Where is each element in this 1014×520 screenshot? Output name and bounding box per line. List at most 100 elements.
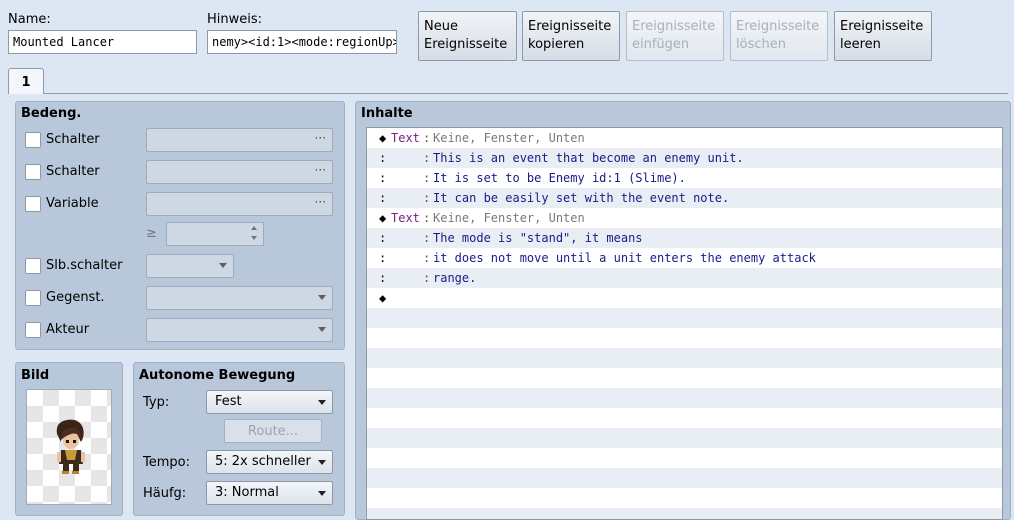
chevron-down-icon xyxy=(318,295,326,300)
list-item[interactable] xyxy=(367,368,1002,388)
separator: : xyxy=(423,251,431,265)
list-item[interactable] xyxy=(367,468,1002,488)
item-label: Gegenst. xyxy=(46,290,105,305)
command-text: The mode is "stand", it means xyxy=(433,231,643,245)
continuation-marker: : xyxy=(379,151,387,165)
separator: : xyxy=(423,151,431,165)
list-item[interactable] xyxy=(367,488,1002,508)
list-item[interactable]: :: It is set to be Enemy id:1 (Slime). xyxy=(367,168,1002,188)
event-command-list[interactable]: ◆ Text: Keine, Fenster, Unten:: This is an … xyxy=(366,127,1003,520)
separator: : xyxy=(423,271,431,285)
list-item[interactable]: :: it does not move until a unit enters t… xyxy=(367,248,1002,268)
contents-title: Inhalte xyxy=(361,106,413,121)
ellipsis-icon: ··· xyxy=(314,195,326,209)
type-value: Fest xyxy=(215,394,242,409)
separator: : xyxy=(423,211,431,225)
continuation-marker: : xyxy=(379,231,387,245)
item-checkbox[interactable] xyxy=(25,290,41,306)
type-label: Typ: xyxy=(143,395,170,410)
self-switch-dropdown[interactable] xyxy=(146,254,234,278)
command-name: Text xyxy=(391,131,420,145)
switch1-field[interactable]: ··· xyxy=(146,128,333,152)
list-item[interactable] xyxy=(367,408,1002,428)
character-image[interactable] xyxy=(26,389,112,505)
route-button[interactable]: Route... xyxy=(224,419,322,443)
switch1-checkbox[interactable] xyxy=(25,132,41,148)
self-switch-checkbox[interactable] xyxy=(25,258,41,274)
speed-label: Tempo: xyxy=(143,455,190,470)
separator: : xyxy=(423,131,431,145)
copy-page-label-1: Ereignisseite xyxy=(528,19,612,34)
command-text: range. xyxy=(433,271,477,285)
list-item[interactable]: :: range. xyxy=(367,268,1002,288)
list-item[interactable] xyxy=(367,428,1002,448)
copy-page-button[interactable]: Ereignisseite kopieren xyxy=(522,11,620,61)
ellipsis-icon: ··· xyxy=(314,131,326,145)
command-text: It is set to be Enemy id:1 (Slime). xyxy=(433,171,686,185)
self-switch-label: Slb.schalter xyxy=(46,258,123,273)
separator: : xyxy=(423,171,431,185)
item-dropdown[interactable] xyxy=(146,286,333,310)
chevron-down-icon xyxy=(318,327,326,332)
diamond-icon: ◆ xyxy=(379,291,387,305)
switch2-label: Schalter xyxy=(46,164,100,179)
speed-value: 5: 2x schneller xyxy=(215,454,311,469)
continuation-marker: : xyxy=(379,251,387,265)
clear-page-label-2: leeren xyxy=(840,37,881,52)
chevron-down-icon xyxy=(318,491,326,496)
list-item[interactable]: :: This is an event that become an enemy … xyxy=(367,148,1002,168)
frequency-value: 3: Normal xyxy=(215,485,279,500)
clear-page-label-1: Ereignisseite xyxy=(840,19,924,34)
variable-checkbox[interactable] xyxy=(25,196,41,212)
variable-field[interactable]: ··· xyxy=(146,192,333,216)
actor-label: Akteur xyxy=(46,322,90,337)
switch1-label: Schalter xyxy=(46,132,100,147)
ellipsis-icon: ··· xyxy=(314,163,326,177)
switch2-field[interactable]: ··· xyxy=(146,160,333,184)
chevron-down-icon xyxy=(318,460,326,465)
continuation-marker: : xyxy=(379,191,387,205)
speed-dropdown[interactable]: 5: 2x schneller xyxy=(206,450,333,474)
paste-page-label-1: Ereignisseite xyxy=(632,19,716,34)
list-item[interactable]: ◆ Text: Keine, Fenster, Unten xyxy=(367,128,1002,148)
name-input[interactable]: Mounted Lancer xyxy=(8,30,197,54)
tab-page-1[interactable]: 1 xyxy=(8,68,44,94)
delete-page-button[interactable]: Ereignisseite löschen xyxy=(730,11,828,61)
list-item[interactable] xyxy=(367,308,1002,328)
character-sprite xyxy=(56,419,85,474)
type-dropdown[interactable]: Fest xyxy=(206,390,333,414)
note-input[interactable]: nemy><id:1><mode:regionUp> xyxy=(207,30,397,54)
list-item[interactable] xyxy=(367,348,1002,368)
tab-divider xyxy=(8,93,1008,94)
delete-page-label-2: löschen xyxy=(736,37,786,52)
clear-page-button[interactable]: Ereignisseite leeren xyxy=(834,11,932,61)
list-item[interactable] xyxy=(367,328,1002,348)
switch2-checkbox[interactable] xyxy=(25,164,41,180)
chevron-down-icon xyxy=(219,263,227,268)
list-item[interactable]: :: The mode is "stand", it means xyxy=(367,228,1002,248)
paste-page-button[interactable]: Ereignisseite einfügen xyxy=(626,11,724,61)
frequency-dropdown[interactable]: 3: Normal xyxy=(206,481,333,505)
spin-down-icon[interactable] xyxy=(251,236,257,240)
list-item[interactable]: ◆ xyxy=(367,288,1002,308)
command-text: It can be easily set with the event note… xyxy=(433,191,730,205)
list-item[interactable]: :: It can be easily set with the event no… xyxy=(367,188,1002,208)
list-item[interactable]: ◆ Text: Keine, Fenster, Unten xyxy=(367,208,1002,228)
name-label: Name: xyxy=(8,12,51,27)
command-text: This is an event that become an enemy un… xyxy=(433,151,744,165)
chevron-down-icon xyxy=(318,400,326,405)
list-item[interactable] xyxy=(367,508,1002,519)
actor-dropdown[interactable] xyxy=(146,318,333,342)
list-item[interactable] xyxy=(367,448,1002,468)
spin-up-icon[interactable] xyxy=(251,226,257,230)
variable-value-spinner[interactable] xyxy=(166,222,264,246)
variable-label: Variable xyxy=(46,196,99,211)
continuation-marker: : xyxy=(379,271,387,285)
new-page-button[interactable]: Neue Ereignisseite xyxy=(418,11,517,61)
list-item[interactable] xyxy=(367,388,1002,408)
command-text: Keine, Fenster, Unten xyxy=(433,131,585,145)
copy-page-label-2: kopieren xyxy=(528,37,585,52)
diamond-icon: ◆ xyxy=(379,211,387,225)
separator: : xyxy=(423,191,431,205)
actor-checkbox[interactable] xyxy=(25,322,41,338)
